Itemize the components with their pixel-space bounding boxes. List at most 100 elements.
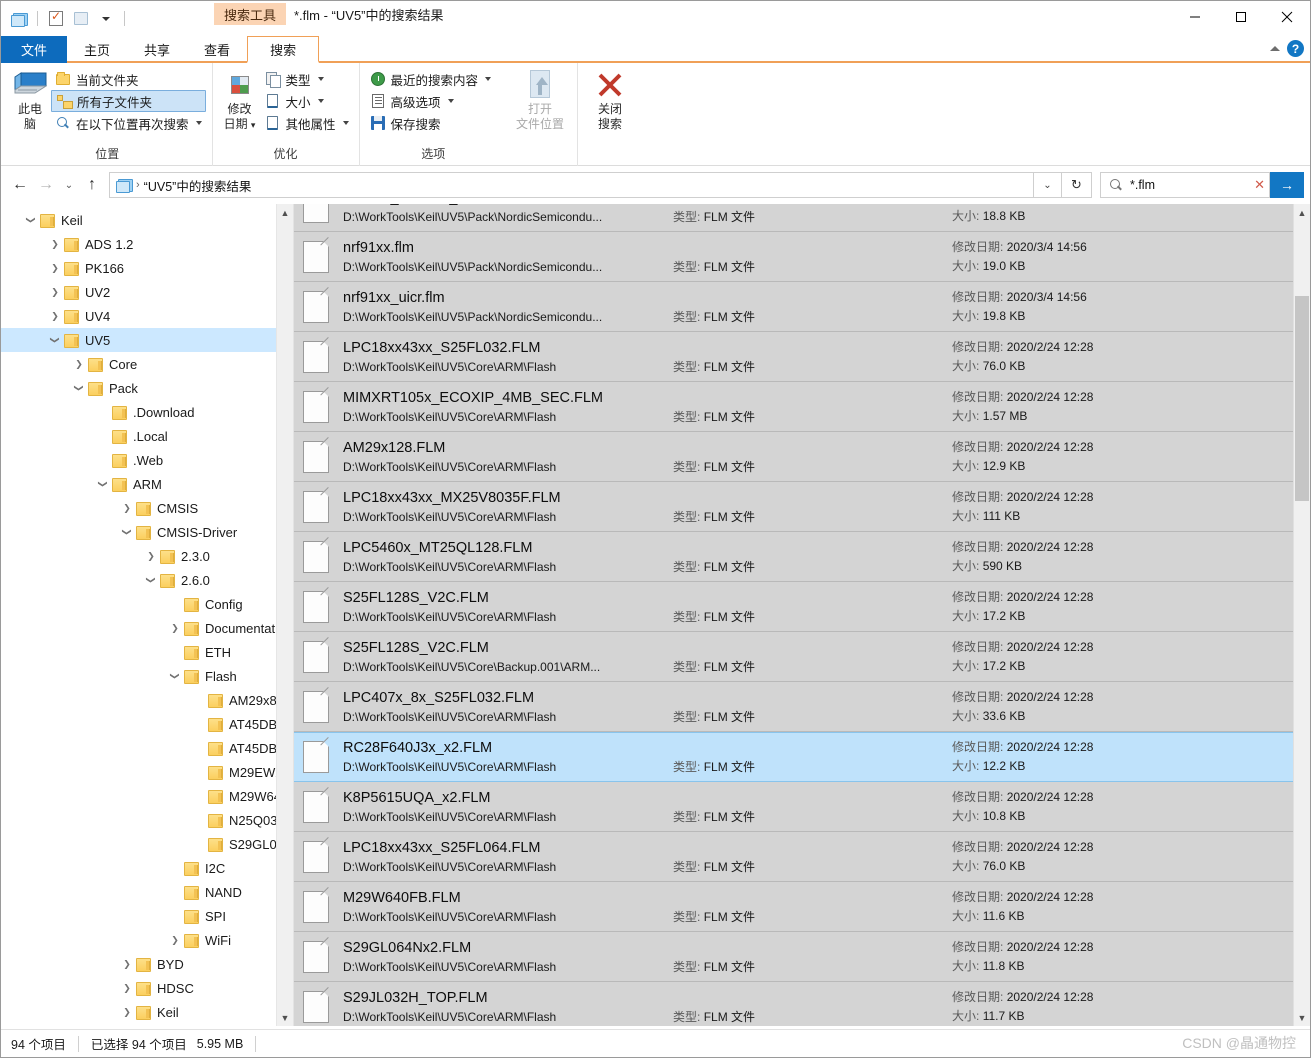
refresh-button[interactable]: ↻ xyxy=(1062,172,1092,198)
back-button[interactable]: ← xyxy=(7,172,33,198)
tree-item[interactable]: ❯ Pack xyxy=(1,376,293,400)
tree-item[interactable]: ❯ 2.6.0 xyxy=(1,568,293,592)
other-properties-button[interactable]: 其他属性 xyxy=(261,112,353,134)
file-scroll-thumb[interactable] xyxy=(1295,296,1309,501)
this-pc-button[interactable]: 此电 脑 xyxy=(9,66,51,132)
new-folder-icon[interactable] xyxy=(71,9,91,29)
clear-search-icon[interactable]: ✕ xyxy=(1254,177,1269,193)
chevron-down-icon[interactable] xyxy=(447,99,454,103)
tree-item[interactable]: I2C xyxy=(1,856,293,880)
chevron-down-icon[interactable]: ❯ xyxy=(119,524,135,540)
chevron-right-icon[interactable]: ❯ xyxy=(119,1004,135,1020)
file-row[interactable]: AM29x128.FLM D:\WorkTools\Keil\UV5\Core\A… xyxy=(294,432,1293,482)
file-row[interactable]: nrf91xx.flm D:\WorkTools\Keil\UV5\Pack\No… xyxy=(294,232,1293,282)
tree-item[interactable]: ❯ UV2 xyxy=(1,280,293,304)
tree-item[interactable]: .Local xyxy=(1,424,293,448)
file-row[interactable]: S25FL128S_V2C.FLM D:\WorkTools\Keil\UV5\C… xyxy=(294,632,1293,682)
tab-home[interactable]: 主页 xyxy=(67,36,127,63)
close-search-button[interactable]: 关闭 搜索 xyxy=(584,66,636,132)
tree-item[interactable]: ❯ Flash xyxy=(1,664,293,688)
chevron-down-icon[interactable]: ❯ xyxy=(71,380,87,396)
tree-item[interactable]: Config xyxy=(1,592,293,616)
chevron-right-icon[interactable]: ❯ xyxy=(167,620,183,636)
search-again-in-button[interactable]: 在以下位置再次搜索 xyxy=(51,112,206,134)
file-row[interactable]: RC28F640J3x_x2.FLM D:\WorkTools\Keil\UV5\… xyxy=(294,732,1293,782)
breadcrumb[interactable]: › “UV5”中的搜索结果 xyxy=(109,172,1034,198)
tree-item[interactable]: AT45DB642D xyxy=(1,736,293,760)
customize-qat-icon[interactable] xyxy=(96,9,116,29)
file-row[interactable]: K8P5615UQA_x2.FLM D:\WorkTools\Keil\UV5\C… xyxy=(294,782,1293,832)
file-row[interactable]: nrf91xx_uicr.flm D:\WorkTools\Keil\UV5\Pa… xyxy=(294,282,1293,332)
tree-item[interactable]: AT45DB641E xyxy=(1,712,293,736)
tree-item[interactable]: N25Q032A xyxy=(1,808,293,832)
tree-item[interactable]: ❯ Core xyxy=(1,352,293,376)
tree-item[interactable]: ❯ ADS 1.2 xyxy=(1,232,293,256)
tree-item[interactable]: NAND xyxy=(1,880,293,904)
tree-item[interactable]: ❯ HDSC xyxy=(1,976,293,1000)
maximize-button[interactable] xyxy=(1218,1,1264,33)
tab-file[interactable]: 文件 xyxy=(1,36,68,63)
file-row[interactable]: S25FL128S_V2C.FLM D:\WorkTools\Keil\UV5\C… xyxy=(294,582,1293,632)
chevron-down-icon[interactable] xyxy=(485,77,492,81)
file-row[interactable]: LPC5460x_MT25QL128.FLM D:\WorkTools\Keil\… xyxy=(294,532,1293,582)
tree-item[interactable]: M29W640FB xyxy=(1,784,293,808)
chevron-right-icon[interactable]: ❯ xyxy=(47,284,63,300)
close-button[interactable] xyxy=(1264,1,1310,33)
file-scroll-up-icon[interactable]: ▲ xyxy=(1294,204,1310,221)
file-row[interactable]: M29W640FB.FLM D:\WorkTools\Keil\UV5\Core\… xyxy=(294,882,1293,932)
chevron-down-icon[interactable]: ❯ xyxy=(47,332,63,348)
search-go-button[interactable]: → xyxy=(1270,172,1304,198)
tree-item[interactable]: ❯ Documentation xyxy=(1,616,293,640)
chevron-down-icon[interactable]: ❯ xyxy=(95,476,111,492)
folder-icon[interactable] xyxy=(9,9,29,29)
tree-item[interactable]: .Download xyxy=(1,400,293,424)
search-input[interactable]: *.flm ✕ xyxy=(1100,172,1270,198)
file-row[interactable]: LPC407x_8x_S25FL032.FLM D:\WorkTools\Keil… xyxy=(294,682,1293,732)
file-row[interactable]: MIMXRT105x_ECOXIP_4MB_SEC.FLM D:\WorkTool… xyxy=(294,382,1293,432)
tree-item[interactable]: ❯ UV4 xyxy=(1,304,293,328)
recent-locations-button[interactable]: ⌄ xyxy=(59,172,79,198)
tree-item[interactable]: ❯ CMSIS-Driver xyxy=(1,520,293,544)
current-folder-button[interactable]: 当前文件夹 xyxy=(51,68,206,90)
chevron-right-icon[interactable]: ❯ xyxy=(143,548,159,564)
tree-item[interactable]: SPI xyxy=(1,904,293,928)
chevron-right-icon[interactable]: ❯ xyxy=(119,980,135,996)
nav-scroll-up-icon[interactable]: ▲ xyxy=(277,204,293,221)
file-scroll-down-icon[interactable]: ▼ xyxy=(1294,1009,1310,1026)
tree-item[interactable]: ❯ 2.3.0 xyxy=(1,544,293,568)
chevron-down-icon[interactable] xyxy=(317,77,324,81)
chevron-right-icon[interactable]: ❯ xyxy=(47,260,63,276)
tree-item[interactable]: ❯ Keil xyxy=(1,208,293,232)
tab-search[interactable]: 搜索 xyxy=(247,36,320,63)
minimize-button[interactable] xyxy=(1172,1,1218,33)
tree-item[interactable]: M29EW28F128 xyxy=(1,760,293,784)
tree-item[interactable]: AM29x800BB xyxy=(1,688,293,712)
chevron-down-icon[interactable] xyxy=(317,99,324,103)
recent-searches-button[interactable]: 最近的搜索内容 xyxy=(366,68,496,90)
advanced-options-button[interactable]: 高级选项 xyxy=(366,90,496,112)
tree-item[interactable]: ❯ WiFi xyxy=(1,928,293,952)
tree-item[interactable]: ❯ CMSIS xyxy=(1,496,293,520)
tree-item[interactable]: ❯ UV5 xyxy=(1,328,293,352)
chevron-right-icon[interactable]: ❯ xyxy=(47,236,63,252)
up-button[interactable]: ↑ xyxy=(79,172,105,198)
tree-item[interactable]: ❯ ARM xyxy=(1,472,293,496)
chevron-right-icon[interactable]: ❯ xyxy=(119,500,135,516)
save-search-button[interactable]: 保存搜索 xyxy=(366,112,496,134)
date-modified-button[interactable]: 修改 日期 ▾ xyxy=(219,66,261,133)
chevron-up-icon[interactable] xyxy=(1270,46,1280,51)
chevron-right-icon[interactable]: ❯ xyxy=(71,356,87,372)
chevron-down-icon[interactable]: ❯ xyxy=(167,668,183,684)
tab-view[interactable]: 查看 xyxy=(187,36,247,63)
file-row[interactable]: LPC18xx43xx_MX25V8035F.FLM D:\WorkTools\K… xyxy=(294,482,1293,532)
chevron-right-icon[interactable]: ❯ xyxy=(47,308,63,324)
file-row[interactable]: S29GL064Nx2.FLM D:\WorkTools\Keil\UV5\Cor… xyxy=(294,932,1293,982)
file-row[interactable]: LPC18xx43xx_S25FL064.FLM D:\WorkTools\Kei… xyxy=(294,832,1293,882)
file-row[interactable]: S29JL032H_TOP.FLM D:\WorkTools\Keil\UV5\C… xyxy=(294,982,1293,1026)
tree-item[interactable]: ❯NordicSemiconductor xyxy=(1,1024,293,1026)
tree-item[interactable]: ❯ Keil xyxy=(1,1000,293,1024)
chevron-down-icon[interactable]: ❯ xyxy=(143,572,159,588)
nav-scrollbar[interactable]: ▲ ▼ xyxy=(276,204,293,1026)
tree-item[interactable]: S29GL064Nx2 xyxy=(1,832,293,856)
properties-icon[interactable] xyxy=(46,9,66,29)
